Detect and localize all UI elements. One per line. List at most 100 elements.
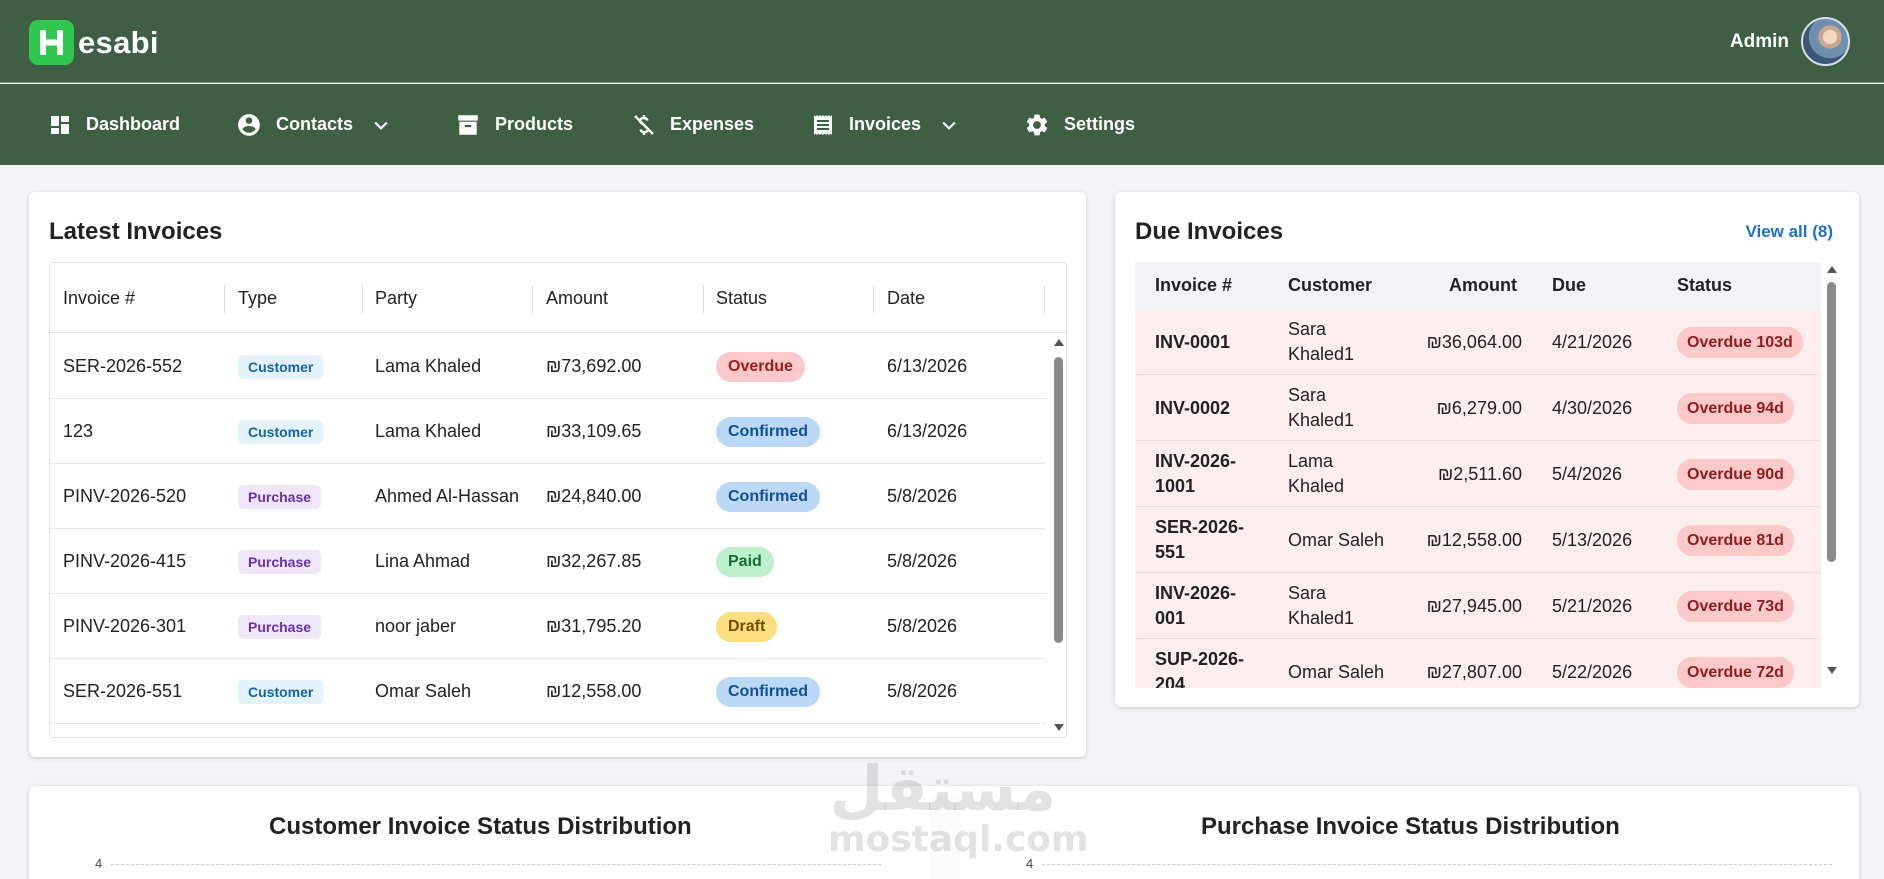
user-menu[interactable]: Admin: [1730, 17, 1850, 66]
table-scrollbar[interactable]: [1051, 335, 1065, 735]
customer-name: Sara Khaled1: [1288, 319, 1355, 364]
status-badge: Overdue 103d: [1677, 326, 1803, 358]
table-row[interactable]: INV-0002 Sara Khaled1 ₪6,279.00 4/30/2026…: [1135, 375, 1821, 441]
amount: ₪33,109.65: [546, 421, 642, 441]
customer-name: Omar Saleh: [1288, 529, 1385, 550]
nav-item-expenses[interactable]: Expenses: [632, 84, 754, 165]
chevron-down-icon[interactable]: [371, 115, 391, 135]
gear-icon: [1026, 114, 1048, 135]
column-header[interactable]: Date: [887, 263, 925, 333]
avatar[interactable]: [1801, 17, 1850, 66]
invoice-number: SER-2026-551: [63, 681, 183, 701]
column-header[interactable]: Status: [1677, 262, 1732, 309]
invoice-date: 5/8/2026: [887, 551, 958, 571]
nav-item-invoices[interactable]: Invoices: [811, 84, 959, 165]
invoice-number: SER-2026-552: [63, 356, 183, 376]
table-row[interactable]: INV-2026- 001 Sara Khaled1 ₪27,945.00 5/21…: [1135, 573, 1821, 639]
invoice-number: SUP-2026- 204: [1155, 649, 1245, 688]
party-name: Lama Khaled: [375, 421, 482, 441]
amount: ₪73,692.00: [546, 356, 642, 376]
invoice-date: 5/8/2026: [887, 616, 958, 636]
scroll-up-arrow-icon[interactable]: [1827, 266, 1837, 273]
party-name: noor jaber: [375, 616, 457, 636]
scroll-down-arrow-icon[interactable]: [1054, 724, 1064, 731]
nav-label-settings: Settings: [1064, 114, 1136, 134]
table-row[interactable]: SUP-2026- 204 Omar Saleh ₪27,807.00 5/22/…: [1135, 639, 1821, 688]
table-row[interactable]: SER-2026-551 Customer Omar Saleh ₪12,558…: [50, 659, 1046, 724]
amount: ₪2,511.60: [1437, 463, 1522, 484]
status-distribution-card: Customer Invoice Status Distribution 4 P…: [29, 786, 1859, 879]
table-row[interactable]: PINV-2026-415 Purchase Lina Ahmad ₪32,26…: [50, 529, 1046, 594]
amount: ₪6,279.00: [1436, 397, 1522, 418]
type-chip: Customer: [238, 680, 324, 705]
invoice-number: PINV-2026-415: [63, 551, 187, 571]
invoice-date: 6/13/2026: [887, 421, 968, 441]
due-date: 5/21/2026: [1552, 595, 1633, 616]
type-chip: Purchase: [238, 550, 322, 575]
type-chip: Purchase: [238, 485, 322, 510]
receipt-icon: [814, 114, 832, 135]
due-invoices-card: Due Invoices View all (8) Invoice # Cust…: [1115, 192, 1859, 707]
table-row[interactable]: PINV-2026-301 Purchase noor jaber ₪31,79…: [50, 594, 1046, 659]
latest-invoices-title: Latest Invoices: [49, 218, 223, 245]
column-header[interactable]: Amount: [546, 263, 608, 333]
gridline: [111, 864, 881, 865]
column-header[interactable]: Type: [238, 263, 277, 333]
status-badge: Overdue: [716, 352, 805, 383]
status-badge: Confirmed: [716, 482, 820, 513]
invoice-number: INV-0001: [1155, 331, 1231, 352]
invoice-number: INV-2026- 001: [1155, 583, 1237, 628]
column-header[interactable]: Due: [1552, 262, 1586, 309]
column-header[interactable]: Status: [716, 263, 767, 333]
nav-item-dashboard[interactable]: Dashboard: [48, 84, 180, 165]
table-row[interactable]: SER-2026-552 Customer Lama Khaled ₪73,69…: [50, 334, 1046, 399]
scroll-up-arrow-icon[interactable]: [1054, 339, 1064, 346]
amount: ₪36,064.00: [1426, 331, 1522, 352]
table-row[interactable]: PINV-2026-520 Purchase Ahmed Al-Hassan ₪…: [50, 464, 1046, 529]
nav-label-contacts: Contacts: [276, 114, 354, 134]
amount: ₪12,558.00: [1426, 529, 1522, 550]
party-name: Lina Ahmad: [375, 551, 471, 571]
table-row[interactable]: INV-2026- 1001 Lama Khaled ₪2,511.60 5/4/2…: [1135, 441, 1821, 507]
status-badge: Confirmed: [716, 417, 820, 448]
view-all-link[interactable]: View all (8): [1745, 222, 1833, 242]
party-name: Lama Khaled: [375, 356, 482, 376]
due-table-scrollbar[interactable]: [1824, 262, 1838, 678]
scroll-thumb[interactable]: [1054, 357, 1063, 643]
column-header[interactable]: Amount: [1449, 262, 1517, 309]
brand-logo[interactable]: esabi: [29, 20, 159, 65]
party-name: Ahmed Al-Hassan: [375, 486, 520, 506]
customer-name: Omar Saleh: [1288, 661, 1385, 682]
gridline: [1042, 864, 1832, 865]
column-header[interactable]: Invoice #: [63, 263, 135, 333]
status-badge: Overdue 90d: [1677, 458, 1794, 490]
table-row[interactable]: INV-0001 Sara Khaled1 ₪36,064.00 4/21/202…: [1135, 309, 1821, 375]
nav-item-settings[interactable]: Settings: [1024, 84, 1135, 165]
invoice-number: SER-2026-551: [1155, 517, 1245, 562]
due-invoices-table: Invoice # Customer Amount Due Status INV…: [1135, 262, 1823, 688]
invoice-date: 5/8/2026: [887, 486, 958, 506]
table-row[interactable]: 123 Customer Lama Khaled ₪33,109.65 Conf…: [50, 399, 1046, 464]
invoice-number: INV-0002: [1155, 397, 1231, 418]
due-invoices-title: Due Invoices: [1135, 218, 1284, 245]
account-circle-icon: [238, 113, 260, 136]
scroll-thumb[interactable]: [1827, 282, 1836, 562]
y-tick-label: 4: [95, 856, 103, 871]
nav-item-products[interactable]: Products: [455, 84, 573, 165]
table-row[interactable]: SER-2026- 551 Omar Saleh ₪12,558.00 5/13/…: [1135, 507, 1821, 573]
column-header[interactable]: Invoice #: [1155, 262, 1232, 309]
purchase-chart-title: Purchase Invoice Status Distribution: [1201, 813, 1620, 840]
scroll-down-arrow-icon[interactable]: [1827, 667, 1837, 674]
type-chip: Customer: [238, 420, 324, 445]
invoice-number: INV-2026- 1001: [1155, 451, 1237, 496]
column-header[interactable]: Customer: [1288, 262, 1372, 309]
user-name: Admin: [1729, 30, 1789, 52]
amount: ₪27,945.00: [1426, 595, 1522, 616]
chevron-down-icon[interactable]: [939, 115, 959, 135]
table-header: Invoice # Customer Amount Due Status: [1135, 262, 1821, 309]
due-date: 4/21/2026: [1552, 331, 1633, 352]
column-header[interactable]: Party: [375, 263, 417, 333]
nav-item-contacts[interactable]: Contacts: [236, 84, 391, 165]
due-date: 5/13/2026: [1552, 529, 1633, 550]
nav-label-products: Products: [495, 114, 574, 134]
